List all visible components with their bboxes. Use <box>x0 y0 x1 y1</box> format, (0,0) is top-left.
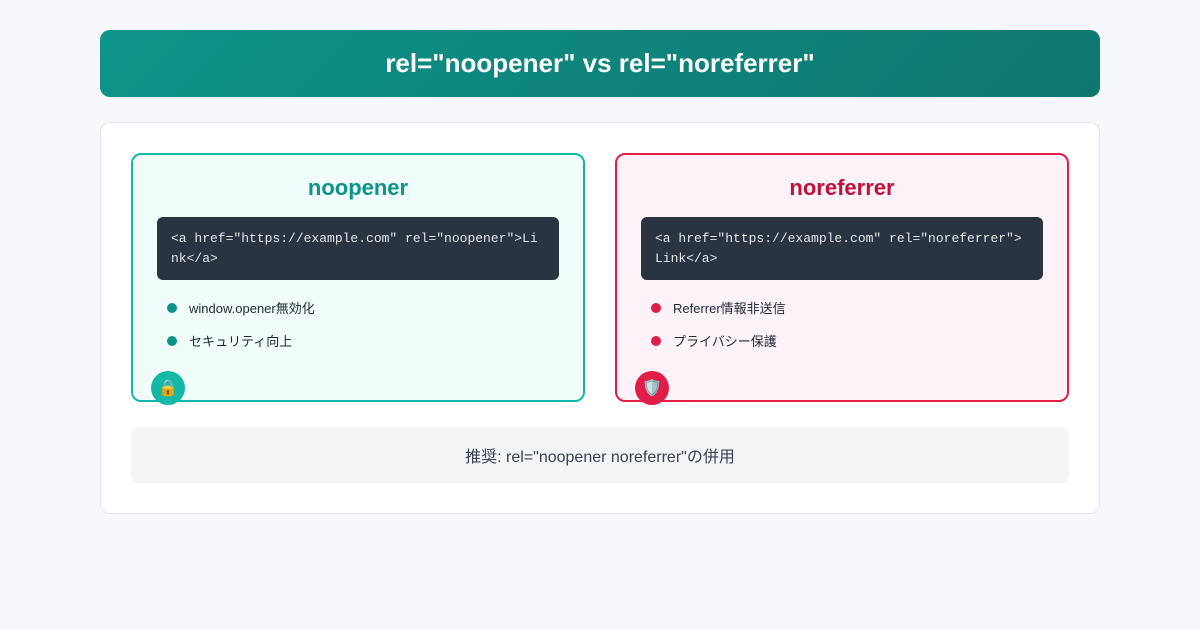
noopener-code-block: <a href="https://example.com" rel="noope… <box>157 217 559 280</box>
noopener-card: noopener <a href="https://example.com" r… <box>131 153 585 402</box>
feature-text: Referrer情報非送信 <box>673 298 786 317</box>
list-item: window.opener無効化 <box>167 298 559 317</box>
feature-text: window.opener無効化 <box>189 298 315 317</box>
recommendation-text: 推奨: rel="noopener noreferrer"の併用 <box>465 449 735 466</box>
list-item: Referrer情報非送信 <box>651 298 1043 317</box>
bullet-icon <box>167 336 177 346</box>
noreferrer-card: noreferrer <a href="https://example.com"… <box>615 153 1069 402</box>
page-header: rel="noopener" vs rel="noreferrer" <box>100 30 1100 97</box>
noreferrer-title: noreferrer <box>641 175 1043 201</box>
feature-text: セキュリティ向上 <box>189 331 292 350</box>
noopener-title: noopener <box>157 175 559 201</box>
noreferrer-code-block: <a href="https://example.com" rel="noref… <box>641 217 1043 280</box>
bullet-icon <box>651 336 661 346</box>
list-item: プライバシー保護 <box>651 331 1043 350</box>
bullet-icon <box>651 303 661 313</box>
list-item: セキュリティ向上 <box>167 331 559 350</box>
noopener-feature-list: window.opener無効化 セキュリティ向上 <box>157 298 559 350</box>
bullet-icon <box>167 303 177 313</box>
cards-row: noopener <a href="https://example.com" r… <box>131 153 1069 402</box>
lock-icon: 🔒 <box>151 371 185 405</box>
feature-text: プライバシー保護 <box>673 331 777 350</box>
shield-icon: 🛡️ <box>635 371 669 405</box>
page-title: rel="noopener" vs rel="noreferrer" <box>385 48 814 78</box>
main-card: noopener <a href="https://example.com" r… <box>100 122 1100 514</box>
noreferrer-feature-list: Referrer情報非送信 プライバシー保護 <box>641 298 1043 350</box>
footer-note: 推奨: rel="noopener noreferrer"の併用 <box>131 427 1069 483</box>
